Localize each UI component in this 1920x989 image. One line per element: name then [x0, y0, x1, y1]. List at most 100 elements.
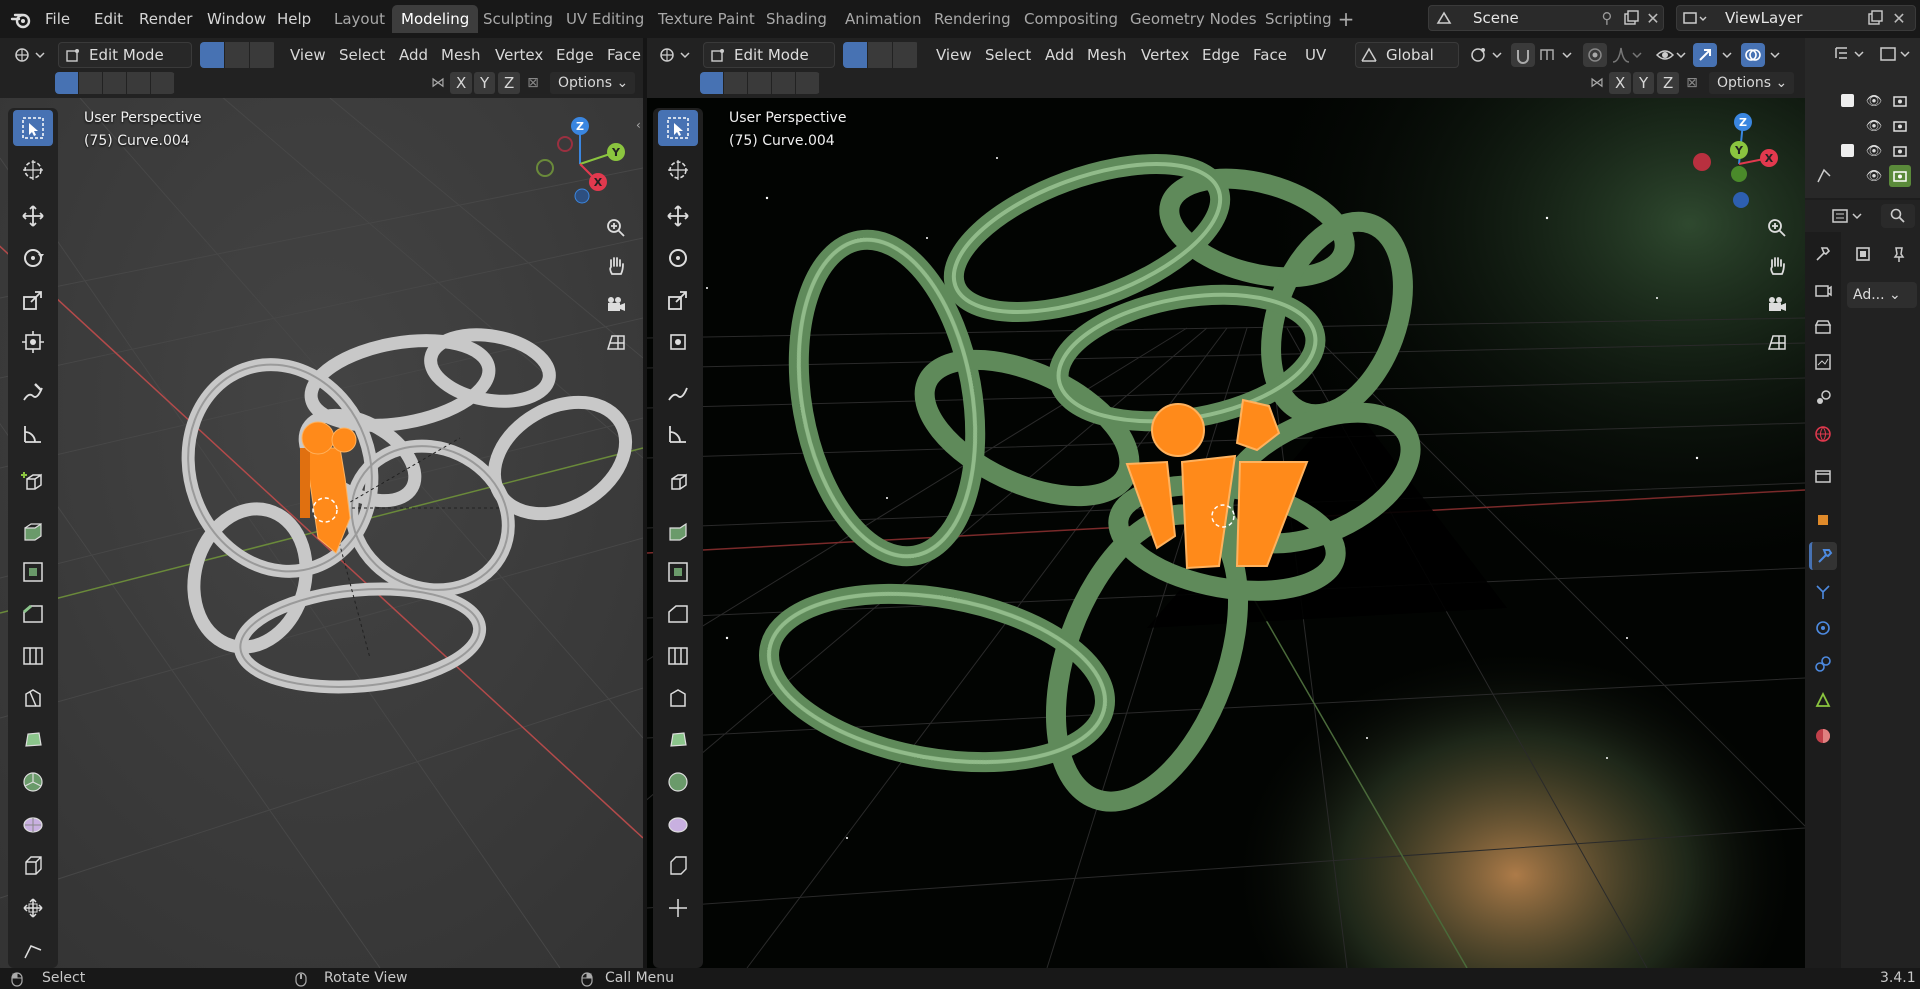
right-edge-slide-tool-icon[interactable] — [658, 848, 698, 884]
outliner-row-3-checkbox[interactable] — [1841, 144, 1854, 157]
right-select-new[interactable] — [700, 72, 724, 94]
menu-render[interactable]: Render — [132, 6, 199, 32]
smooth-tool-icon[interactable] — [13, 806, 53, 842]
view-layer-properties-icon[interactable] — [1809, 348, 1837, 376]
right-add-cube-tool-icon[interactable] — [658, 464, 698, 500]
right-menu-mesh[interactable]: Mesh — [1079, 42, 1135, 68]
menu-file[interactable]: File — [38, 6, 77, 32]
right-viewport-render[interactable] — [647, 38, 1805, 968]
right-inset-tool-icon[interactable] — [658, 554, 698, 590]
right-zoom-icon[interactable] — [1761, 212, 1793, 244]
left-viewport[interactable]: Edit Mode View Select Add Mesh Vertex Ed… — [0, 38, 643, 968]
right-knife-tool-icon[interactable] — [658, 680, 698, 716]
right-move-tool-icon[interactable] — [658, 198, 698, 234]
left-select-mode-group[interactable] — [200, 42, 276, 68]
mirror-icon[interactable]: ⋈ — [428, 72, 448, 94]
tab-compositing[interactable]: Compositing — [1015, 5, 1127, 33]
right-ortho-grid-icon[interactable] — [1761, 326, 1793, 358]
poly-build-tool-icon[interactable] — [13, 722, 53, 758]
measure-tool-icon[interactable] — [13, 416, 53, 452]
tab-shading[interactable]: Shading — [757, 5, 836, 33]
outliner-editor-icon[interactable] — [1831, 42, 1871, 66]
loop-cut-tool-icon[interactable] — [13, 638, 53, 674]
modifier-icon[interactable] — [1849, 240, 1877, 268]
right-pan-hand-icon[interactable] — [1761, 250, 1793, 282]
right-transform-tool-icon[interactable] — [658, 324, 698, 360]
new-viewlayer-icon[interactable] — [1865, 8, 1885, 28]
visibility-icon[interactable] — [1653, 43, 1689, 67]
right-spin-tool-icon[interactable] — [658, 764, 698, 800]
outliner-row-1-camera-icon[interactable] — [1891, 92, 1909, 110]
right-poly-build-tool-icon[interactable] — [658, 722, 698, 758]
scene-selector[interactable]: Scene ⚲ ✕ — [1428, 5, 1664, 31]
right-mirror-x[interactable]: X — [1609, 72, 1632, 94]
annotate-tool-icon[interactable] — [13, 374, 53, 410]
collection-properties-icon[interactable] — [1809, 462, 1837, 490]
right-select-invert[interactable] — [772, 72, 796, 94]
add-workspace-icon[interactable]: + — [1335, 7, 1357, 31]
right-menu-vertex[interactable]: Vertex — [1133, 42, 1197, 68]
left-ortho-grid-icon[interactable] — [600, 326, 632, 358]
scene-properties-icon[interactable] — [1809, 384, 1837, 412]
tab-modeling[interactable]: Modeling — [392, 5, 479, 33]
select-subtract[interactable] — [103, 72, 127, 94]
outliner-row-1-checkbox[interactable] — [1841, 94, 1854, 107]
menu-edit[interactable]: Edit — [87, 6, 130, 32]
left-mirror-y[interactable]: Y — [474, 72, 496, 94]
pivot-point-icon[interactable] — [1467, 43, 1507, 67]
gizmo-toggle-icon[interactable] — [1693, 43, 1717, 67]
modifier-pin-icon[interactable] — [1885, 240, 1913, 268]
object-properties-icon[interactable] — [1809, 506, 1837, 534]
snap-target-icon[interactable] — [1537, 43, 1577, 67]
select-invert[interactable] — [127, 72, 151, 94]
left-selection-mode-row[interactable] — [55, 72, 175, 94]
scale-tool-icon[interactable] — [13, 282, 53, 318]
inset-tool-icon[interactable] — [13, 554, 53, 590]
right-select-intersect[interactable] — [796, 72, 820, 94]
move-tool-icon[interactable] — [13, 198, 53, 234]
right-menu-edge[interactable]: Edge — [1194, 42, 1248, 68]
constraints-properties-icon[interactable] — [1809, 650, 1837, 678]
overlay-dropdown-icon[interactable] — [1767, 43, 1783, 67]
viewlayer-selector[interactable]: ViewLayer ✕ — [1676, 5, 1916, 31]
outliner-row-3-eye-icon[interactable]: 👁 — [1865, 142, 1883, 160]
editor-type-icon[interactable] — [10, 42, 50, 68]
right-editor-type-icon[interactable] — [655, 42, 695, 68]
right-select-box-tool-icon[interactable] — [658, 110, 698, 146]
tab-geometry-nodes[interactable]: Geometry Nodes — [1121, 5, 1266, 33]
extrude-tool-icon[interactable] — [13, 512, 53, 548]
right-shrink-fatten-tool-icon[interactable] — [658, 890, 698, 926]
pin-icon[interactable]: ⚲ — [1597, 8, 1617, 28]
left-zoom-icon[interactable] — [600, 212, 632, 244]
right-mirror-icon[interactable]: ⋈ — [1587, 72, 1607, 94]
world-properties-icon[interactable] — [1809, 420, 1837, 448]
transform-tool-icon[interactable] — [13, 324, 53, 360]
tool-properties-icon[interactable] — [1809, 240, 1837, 268]
edge-slide-tool-icon[interactable] — [13, 848, 53, 884]
right-select-mode-group[interactable] — [843, 42, 919, 68]
right-cursor-tool-icon[interactable] — [658, 152, 698, 188]
blender-logo-icon[interactable] — [8, 7, 34, 33]
left-menu-mesh[interactable]: Mesh — [433, 42, 489, 68]
select-extend[interactable] — [79, 72, 103, 94]
right-annotate-tool-icon[interactable] — [658, 374, 698, 410]
output-properties-icon[interactable] — [1809, 312, 1837, 340]
close-viewlayer-icon[interactable]: ✕ — [1889, 8, 1909, 28]
right-measure-tool-icon[interactable] — [658, 416, 698, 452]
tab-sculpting[interactable]: Sculpting — [474, 5, 562, 33]
menu-window[interactable]: Window — [200, 6, 273, 32]
right-options-dropdown[interactable]: Options ⌄ — [1709, 72, 1794, 94]
right-extrude-tool-icon[interactable] — [658, 512, 698, 548]
overlay-toggle-icon[interactable] — [1741, 43, 1765, 67]
proportional-edit-icon[interactable] — [1583, 43, 1607, 67]
falloff-icon[interactable] — [1609, 43, 1645, 67]
left-mirror-x[interactable]: X — [450, 72, 473, 94]
tab-uv-editing[interactable]: UV Editing — [557, 5, 653, 33]
right-navigation-gizmo[interactable]: Z X Y — [1687, 112, 1787, 212]
modifier-properties-icon[interactable] — [1809, 542, 1837, 570]
right-rotate-tool-icon[interactable] — [658, 240, 698, 276]
properties-editor-icon[interactable] — [1829, 204, 1869, 228]
topology-mirror-icon[interactable]: ⊠ — [522, 72, 544, 94]
right-topology-mirror-icon[interactable]: ⊠ — [1681, 72, 1703, 94]
tab-layout[interactable]: Layout — [325, 5, 394, 33]
